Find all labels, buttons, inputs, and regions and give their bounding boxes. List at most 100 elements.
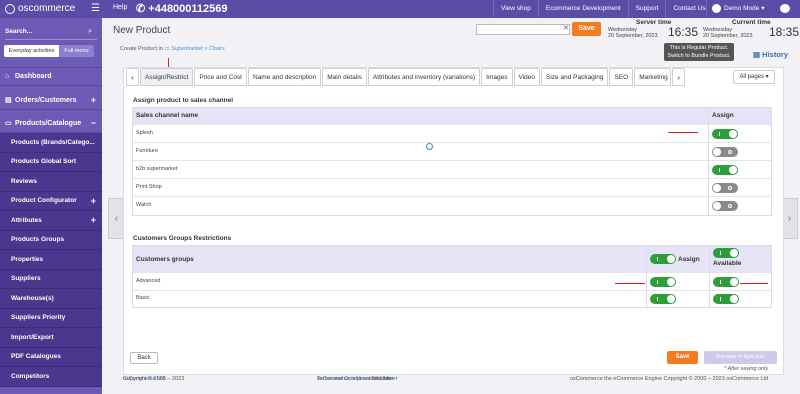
- column-header-assign: Assign: [712, 112, 734, 119]
- tab-main-details[interactable]: Main details: [322, 68, 367, 86]
- assign-toggle-b2b[interactable]: [712, 165, 738, 175]
- assign-toggle-watch[interactable]: [712, 201, 738, 211]
- expand-icon[interactable]: +: [91, 196, 96, 206]
- sidebar-item-products-brands[interactable]: Products (Brands/Catego...: [0, 133, 102, 153]
- back-button[interactable]: Back: [130, 352, 158, 364]
- collapse-icon[interactable]: −: [91, 118, 96, 128]
- sidebar-item-attributes[interactable]: Attributes +: [0, 211, 102, 231]
- channel-name: Print Shop: [136, 184, 162, 190]
- assign-toggle-furniture[interactable]: [712, 147, 738, 157]
- assign-toggle-basic[interactable]: [650, 294, 676, 304]
- sidebar-item-reviews[interactable]: Reviews: [0, 172, 102, 192]
- view-shop-link[interactable]: View shop: [493, 0, 538, 18]
- sidebar-item-import-export[interactable]: Import/Export: [0, 328, 102, 348]
- sidebar: Search... ⌕ Everyday activities Full men…: [0, 18, 102, 394]
- assign-all-toggle[interactable]: [650, 254, 676, 264]
- sidebar-item-label: Products/Catalogue: [15, 119, 82, 127]
- sidebar-item-products-groups[interactable]: Products Groups: [0, 230, 102, 250]
- column-divider: [709, 246, 710, 307]
- sidebar-item-properties[interactable]: Properties: [0, 250, 102, 270]
- breadcrumb-path[interactable]: Supermarket > Chairs: [171, 46, 225, 52]
- assign-toggle-advanced[interactable]: [650, 277, 676, 287]
- sidebar-item-dashboard[interactable]: ⌂ Dashboard: [0, 67, 102, 86]
- header-search-input[interactable]: ✕: [476, 24, 570, 35]
- user-menu[interactable]: Demo Mode ▾: [706, 0, 774, 18]
- sidebar-item-suppliers[interactable]: Suppliers: [0, 269, 102, 289]
- customer-groups-table: Customers groups Assign Available Advanc…: [132, 245, 772, 308]
- current-time-label: Current time: [732, 19, 771, 26]
- table-row: Advanced: [133, 273, 771, 291]
- preview-lightbox-button[interactable]: Preview in light box: [704, 351, 777, 364]
- product-type-tooltip[interactable]: This is Regular Product. Switch to Bundl…: [664, 43, 734, 61]
- sidebar-item-competitors[interactable]: Competitors: [0, 367, 102, 387]
- all-pages-dropdown[interactable]: All pages ▾: [733, 70, 775, 84]
- sidebar-search-input[interactable]: Search...: [5, 28, 32, 35]
- toggle-knob: [729, 166, 737, 174]
- available-toggle-basic[interactable]: [713, 294, 739, 304]
- full-menu-toggle[interactable]: Full menu: [59, 45, 94, 57]
- toggle-bar: [657, 280, 658, 284]
- toggle-bar: [719, 168, 720, 172]
- hamburger-menu-icon[interactable]: ☰: [91, 3, 100, 14]
- dashboard-icon: ⌂: [5, 73, 10, 80]
- assign-toggle-splesh[interactable]: [712, 129, 738, 139]
- tab-attributes-inventory[interactable]: Attributes and inventory (variations): [367, 68, 481, 86]
- tooltip-line-1: This is Regular Product.: [669, 45, 729, 51]
- sidebar-item-product-configurator[interactable]: Product Configurator +: [0, 191, 102, 211]
- toggle-bar: [720, 280, 721, 284]
- help-link[interactable]: Help: [113, 4, 127, 11]
- chevron-down-icon: ▾: [761, 5, 765, 12]
- catalogue-icon: ▭: [5, 120, 12, 127]
- toggle-knob: [667, 255, 675, 263]
- assign-toggle-print-shop[interactable]: [712, 183, 738, 193]
- phone-number[interactable]: ✆ +448000112569: [136, 2, 228, 15]
- sidebar-item-products-global-sort[interactable]: Products Global Sort: [0, 152, 102, 172]
- tabs-scroll-right-button[interactable]: ›: [672, 68, 686, 86]
- tab-seo[interactable]: SEO: [609, 68, 634, 86]
- available-all-toggle[interactable]: [713, 248, 739, 258]
- folder-icon: ▭: [164, 46, 170, 52]
- table-row: Print Shop: [133, 179, 771, 197]
- tab-images[interactable]: Images: [481, 68, 513, 86]
- history-link[interactable]: ▤ History: [753, 50, 788, 59]
- table-row: Basic: [133, 291, 771, 307]
- sidebar-item-warehouses[interactable]: Warehouse(s): [0, 289, 102, 309]
- tab-price-and-cost[interactable]: Price and Cost: [194, 68, 247, 86]
- avatar: [712, 3, 721, 13]
- toggle-knob: [730, 295, 738, 303]
- column-header-available: Available: [713, 260, 742, 267]
- tab-marketing[interactable]: Marketing: [634, 68, 672, 86]
- save-button[interactable]: Save: [572, 22, 601, 36]
- sidebar-item-label: Orders/Customers: [15, 96, 77, 104]
- clear-icon[interactable]: ✕: [563, 24, 569, 32]
- search-icon[interactable]: ⌕: [88, 28, 92, 36]
- channel-name: Splesh: [136, 130, 153, 136]
- sidebar-item-products-catalogue[interactable]: ▭ Products/Catalogue −: [0, 114, 102, 133]
- everyday-activities-toggle[interactable]: Everyday activities: [4, 45, 59, 57]
- sidebar-item-pdf-catalogues[interactable]: PDF Catalogues: [0, 347, 102, 367]
- column-divider: [708, 108, 709, 215]
- sidebar-item-label: Product Configurator: [11, 197, 77, 205]
- tab-assign-restrict[interactable]: Assign/Restrict: [140, 68, 194, 86]
- oscommerce-logo[interactable]: oscommerce: [5, 3, 75, 14]
- table-row: Furniture: [133, 143, 771, 161]
- breadcrumb-prefix: Create Product in: [120, 46, 163, 52]
- loading-spinner-icon: [426, 143, 433, 150]
- tab-size-and-packaging[interactable]: Size and Packaging: [541, 68, 609, 86]
- sales-channel-table: Sales channel name Assign Splesh Furnitu…: [132, 107, 772, 216]
- tab-video[interactable]: Video: [513, 68, 541, 86]
- tab-name-and-description[interactable]: Name and description: [248, 68, 322, 86]
- save-bottom-button[interactable]: Save: [667, 351, 698, 364]
- expand-icon[interactable]: +: [91, 95, 96, 105]
- sidebar-item-orders-customers[interactable]: ▤ Orders/Customers +: [0, 91, 102, 110]
- available-toggle-advanced[interactable]: [713, 277, 739, 287]
- expand-icon[interactable]: +: [91, 215, 96, 225]
- tabs-scroll-left-button[interactable]: ‹: [126, 68, 139, 86]
- breadcrumb: Create Product in ▭ Supermarket > Chairs: [120, 46, 225, 52]
- support-link[interactable]: Support: [627, 0, 666, 18]
- sidebar-item-suppliers-priority[interactable]: Suppliers Priority: [0, 308, 102, 328]
- chat-icon[interactable]: [780, 4, 790, 13]
- toggle-bar: [657, 257, 658, 261]
- channel-name: Watch: [136, 202, 152, 208]
- ecommerce-development-link[interactable]: Ecommerce Development: [537, 0, 628, 18]
